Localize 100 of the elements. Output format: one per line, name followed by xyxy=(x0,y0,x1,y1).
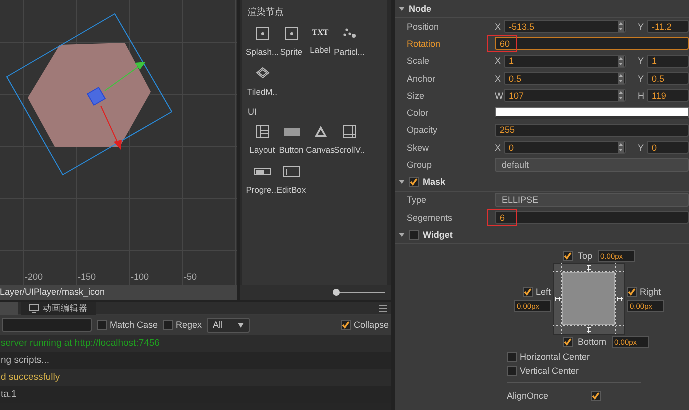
property-label: Position xyxy=(407,22,440,32)
node-type-label[interactable]: EditBox xyxy=(276,185,306,195)
number-field[interactable]: 0 xyxy=(504,141,626,154)
node-type-label[interactable]: TiledM.. xyxy=(248,87,278,97)
level-dropdown[interactable]: All xyxy=(207,318,250,332)
checkbox[interactable] xyxy=(97,320,107,330)
node-type-label[interactable]: Particl... xyxy=(334,47,365,57)
number-field[interactable]: 107 xyxy=(504,89,626,102)
checkbox-label: Bottom xyxy=(578,337,607,348)
expanded-caret-icon[interactable] xyxy=(399,232,405,238)
property-label: Size xyxy=(407,90,426,101)
expanded-caret-icon[interactable] xyxy=(399,6,405,12)
property-label: Group xyxy=(407,160,434,170)
section-title: Node xyxy=(409,4,432,14)
number-field[interactable]: -513.5 xyxy=(504,20,626,34)
spinner-icon[interactable] xyxy=(618,73,624,84)
color-swatch[interactable] xyxy=(495,107,689,120)
checkbox-label: Vertical Center xyxy=(520,366,580,376)
node-type-label[interactable]: Splash... xyxy=(246,47,280,57)
checkbox-label: Horizontal Center xyxy=(520,352,590,362)
section-title: Mask xyxy=(423,177,446,188)
checkbox[interactable] xyxy=(163,320,174,330)
node-type-label[interactable]: Layout xyxy=(250,145,276,155)
slider-thumb[interactable] xyxy=(332,289,340,296)
checkbox-label: Right xyxy=(640,286,662,297)
axis-label: X xyxy=(495,22,502,32)
log-message: server running at http://localhost:7456 xyxy=(1,338,160,349)
number-field[interactable]: 255 xyxy=(495,124,689,137)
property-label: Color xyxy=(407,108,430,118)
checkbox[interactable] xyxy=(522,286,533,297)
y-axis-arrow-icon[interactable] xyxy=(104,62,146,92)
dropdown-field[interactable]: default xyxy=(495,158,689,172)
axis-label: X xyxy=(495,56,502,66)
checkbox-label: Regex xyxy=(176,320,202,330)
log-message: d successfully xyxy=(1,372,60,383)
spinner-icon[interactable] xyxy=(618,142,624,154)
checkbox[interactable] xyxy=(590,391,601,402)
sprite-node-icon xyxy=(282,25,300,43)
checkbox[interactable] xyxy=(563,337,573,348)
number-field[interactable]: 1 xyxy=(647,54,689,68)
number-field[interactable]: 0 xyxy=(647,141,689,154)
node-type-label[interactable]: Button xyxy=(279,145,304,155)
axis-label: -150 xyxy=(78,272,96,282)
scroll-node-icon xyxy=(340,123,358,141)
monitor-icon xyxy=(29,304,39,313)
checkbox[interactable] xyxy=(563,251,573,262)
log-message: ng scripts... xyxy=(1,355,50,366)
dropdown-field[interactable]: ELLIPSE xyxy=(495,193,689,208)
splash-node-icon xyxy=(254,25,272,43)
text-icon: TXT xyxy=(312,25,329,41)
property-label: Type xyxy=(407,195,428,206)
layout-node-icon xyxy=(254,123,272,141)
axis-label: -100 xyxy=(131,272,150,282)
x-axis-arrow-icon[interactable] xyxy=(100,106,122,150)
axis-label: Y xyxy=(638,22,646,32)
number-field[interactable]: -11.2 xyxy=(647,20,689,34)
spinner-icon[interactable] xyxy=(618,90,624,102)
checkbox[interactable] xyxy=(409,230,419,240)
node-type-label[interactable]: Canvas xyxy=(306,145,335,155)
property-label: Opacity xyxy=(407,125,439,136)
number-field[interactable]: 6 xyxy=(495,211,689,224)
node-type-label[interactable]: Progre... xyxy=(246,185,279,195)
spinner-icon[interactable] xyxy=(618,21,624,32)
checkbox[interactable] xyxy=(340,320,351,330)
number-field[interactable]: 1 xyxy=(504,54,626,68)
scene-canvas[interactable]: -200 -150 -100 -50 xyxy=(0,0,237,285)
checkbox[interactable] xyxy=(627,286,637,297)
checkbox[interactable] xyxy=(507,352,517,362)
node-path: Layer/UIPlayer/mask_icon xyxy=(0,285,237,300)
axis-label: -50 xyxy=(184,272,198,282)
checkbox-label: Collapse xyxy=(354,320,389,330)
checkbox-label: Top xyxy=(578,251,593,262)
dropdown-caret-icon xyxy=(238,322,244,328)
property-label: AlignOnce xyxy=(507,391,549,402)
menu-icon[interactable] xyxy=(379,305,387,312)
axis-label: W xyxy=(495,90,504,101)
checkbox[interactable] xyxy=(507,366,517,376)
number-field[interactable]: 60 xyxy=(495,37,689,50)
property-label: Scale xyxy=(407,56,431,66)
panel-tab[interactable]: 动画编辑器 xyxy=(21,302,96,315)
number-field[interactable]: 0.5 xyxy=(504,72,626,86)
log-message: ta.1 xyxy=(1,389,17,400)
axis-label: -200 xyxy=(25,272,44,282)
axis-label: H xyxy=(638,90,646,101)
property-label: Anchor xyxy=(407,74,437,84)
property-label: Segements xyxy=(407,212,454,223)
expanded-caret-icon[interactable] xyxy=(399,179,405,186)
number-field[interactable]: 119 xyxy=(647,89,689,102)
node-type-label[interactable]: Sprite xyxy=(280,47,303,57)
node-type-label[interactable]: ScrollV.. xyxy=(334,145,365,155)
axis-label: Y xyxy=(638,74,646,84)
checkbox-label: Left xyxy=(536,286,551,297)
spinner-icon[interactable] xyxy=(618,56,624,67)
search-field[interactable] xyxy=(2,318,92,332)
axis-label: X xyxy=(495,142,502,153)
checkbox[interactable] xyxy=(409,177,419,188)
node-type-label[interactable]: Label xyxy=(310,45,331,55)
checkbox-label: Match Case xyxy=(110,320,158,330)
property-label: Skew xyxy=(407,142,430,153)
number-field[interactable]: 0.5 xyxy=(647,72,689,86)
